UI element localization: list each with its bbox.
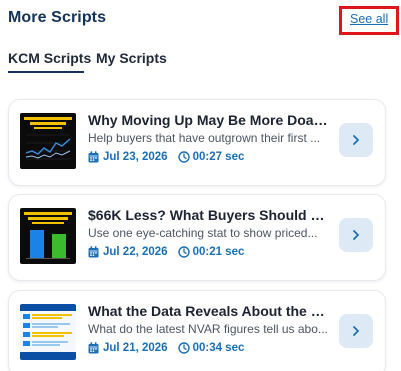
script-title: What the Data Reveals About the N... <box>88 303 328 319</box>
script-duration: 00:27 sec <box>192 151 245 163</box>
script-thumbnail <box>20 304 76 360</box>
open-script-button[interactable] <box>339 218 373 252</box>
tab-my-scripts[interactable]: My Scripts <box>96 50 167 66</box>
clock-icon <box>177 151 190 163</box>
script-date: Jul 23, 2026 <box>103 151 168 163</box>
clock-icon <box>177 342 190 354</box>
script-description: Use one eye-catching stat to show priced… <box>88 226 318 240</box>
open-script-button[interactable] <box>339 314 373 348</box>
script-thumbnail <box>20 208 76 264</box>
script-description: What do the latest NVAR figures tell us … <box>88 322 328 336</box>
script-duration: 00:21 sec <box>192 246 245 258</box>
calendar-icon <box>88 151 99 163</box>
page-title: More Scripts <box>8 9 107 26</box>
script-thumbnail <box>20 113 76 169</box>
clock-icon <box>177 246 190 258</box>
script-meta: Jul 22, 2026 00:21 sec <box>88 244 244 260</box>
calendar-icon <box>88 342 99 354</box>
script-title: Why Moving Up May Be More Doabl... <box>88 112 328 128</box>
open-script-button[interactable] <box>339 123 373 157</box>
chevron-right-icon <box>353 230 359 240</box>
script-card[interactable]: $66K Less? What Buyers Should Kn... Use … <box>8 194 386 281</box>
script-card[interactable]: Why Moving Up May Be More Doabl... Help … <box>8 99 386 186</box>
script-date: Jul 21, 2026 <box>103 342 168 354</box>
script-title: $66K Less? What Buyers Should Kn... <box>88 207 328 223</box>
scripts-header: More Scripts See all <box>0 0 401 44</box>
script-description: Help buyers that have outgrown their fir… <box>88 131 321 145</box>
chevron-right-icon <box>353 326 359 336</box>
script-card[interactable]: What the Data Reveals About the N... Wha… <box>8 290 386 371</box>
chevron-right-icon <box>353 135 359 145</box>
calendar-icon <box>88 246 99 258</box>
active-tab-indicator <box>8 71 84 73</box>
see-all-link[interactable]: See all <box>350 12 388 26</box>
tab-kcm-scripts[interactable]: KCM Scripts <box>8 50 91 66</box>
script-meta: Jul 21, 2026 00:34 sec <box>88 340 244 356</box>
script-meta: Jul 23, 2026 00:27 sec <box>88 149 244 165</box>
script-tabs: KCM Scripts My Scripts <box>0 44 401 78</box>
script-date: Jul 22, 2026 <box>103 246 168 258</box>
script-duration: 00:34 sec <box>192 342 245 354</box>
